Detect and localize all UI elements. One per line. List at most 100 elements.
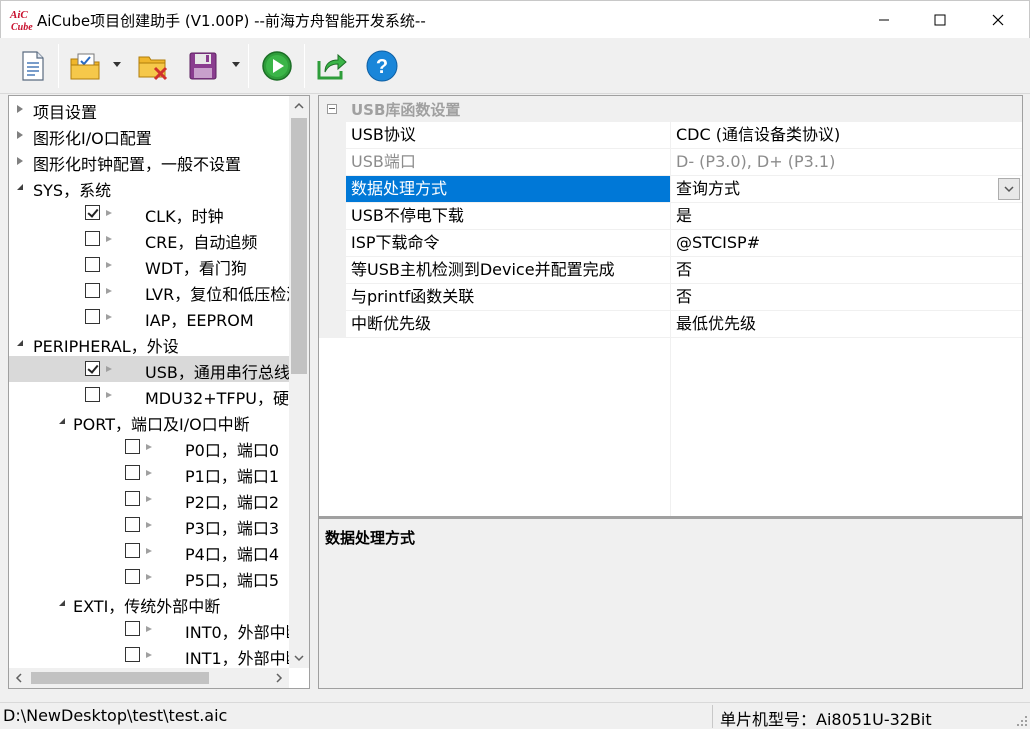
tree-item-checkbox[interactable] <box>125 491 140 506</box>
tree-item[interactable]: SYS，系统 <box>9 174 289 200</box>
tree-horizontal-scrollbar[interactable] <box>9 668 289 688</box>
tree-item-checkbox[interactable] <box>85 231 100 246</box>
property-value[interactable]: 否 <box>671 257 1022 283</box>
tree-item-checkbox[interactable] <box>125 647 140 662</box>
tree-item[interactable]: USB，通用串行总线 <box>9 356 289 382</box>
property-name[interactable]: USB不停电下载 <box>346 203 671 229</box>
property-name[interactable]: USB端口 <box>346 149 671 175</box>
collapse-icon[interactable] <box>327 104 337 114</box>
property-row[interactable]: USB端口 D- (P3.0), D+ (P3.1) <box>346 149 1022 176</box>
property-value[interactable]: 最低优先级 <box>671 311 1022 337</box>
property-row[interactable]: 与printf函数关联否 <box>346 284 1022 311</box>
tree-item[interactable]: WDT，看门狗 <box>9 252 289 278</box>
tree-item[interactable]: 图形化时钟配置，一般不设置 <box>9 148 289 174</box>
property-name[interactable]: USB协议 <box>346 122 671 148</box>
property-value[interactable]: 查询方式 <box>671 176 1022 202</box>
arrow-right-icon <box>106 288 112 294</box>
property-value[interactable]: 是 <box>671 203 1022 229</box>
close-window-button[interactable] <box>975 1 1021 39</box>
tree-item-checkbox[interactable] <box>85 205 100 220</box>
tree-item[interactable]: EXTI，传统外部中断 <box>9 590 289 616</box>
tree-item-checkbox[interactable] <box>125 517 140 532</box>
new-project-button[interactable] <box>14 48 52 84</box>
help-button[interactable]: ? <box>363 48 401 84</box>
property-category[interactable]: USB库函数设置 <box>319 96 1022 122</box>
tree-item[interactable]: IAP，EEPROM <box>9 304 289 330</box>
expanded-triangle-icon[interactable] <box>15 182 25 192</box>
tree-item[interactable]: INT1，外部中断1 <box>9 642 289 668</box>
scroll-right-button[interactable] <box>269 668 289 688</box>
tree-item[interactable]: PERIPHERAL，外设 <box>9 330 289 356</box>
maximize-button[interactable] <box>917 1 963 39</box>
save-project-button[interactable] <box>184 48 222 84</box>
resize-grip-icon[interactable] <box>1016 715 1028 727</box>
collapsed-arrow-icon[interactable] <box>15 104 25 114</box>
arrow-right-icon <box>146 496 152 502</box>
arrow-right-icon <box>106 366 112 372</box>
scroll-left-button[interactable] <box>9 668 29 688</box>
expanded-triangle-icon[interactable] <box>57 598 67 608</box>
scroll-down-button[interactable] <box>289 648 309 668</box>
dropdown-button[interactable] <box>998 178 1020 200</box>
tree-item[interactable]: P4口，端口4 <box>9 538 289 564</box>
tree-item[interactable]: LVR，复位和低压检测 <box>9 278 289 304</box>
tree-vertical-scrollbar[interactable] <box>289 96 309 668</box>
tree-item-checkbox[interactable] <box>85 387 100 402</box>
tree-item[interactable]: MDU32+TFPU，硬件浮点 <box>9 382 289 408</box>
property-name[interactable]: 等USB主机检测到Device并配置完成 <box>346 257 671 283</box>
chevron-down-icon <box>1004 186 1014 193</box>
open-project-button[interactable] <box>66 48 104 84</box>
tree-item[interactable]: P3口，端口3 <box>9 512 289 538</box>
expanded-triangle-icon[interactable] <box>15 338 25 348</box>
property-row[interactable]: 中断优先级 最低优先级 <box>346 311 1022 338</box>
property-row[interactable]: 等USB主机检测到Device并配置完成否 <box>346 257 1022 284</box>
tree-item-label: EXTI，传统外部中断 <box>73 597 221 616</box>
minimize-button[interactable] <box>861 1 907 39</box>
tree-item[interactable]: P5口，端口5 <box>9 564 289 590</box>
tree-item-checkbox[interactable] <box>125 439 140 454</box>
tree-item-checkbox[interactable] <box>125 569 140 584</box>
open-dropdown-arrow[interactable] <box>113 62 121 67</box>
property-name[interactable]: 中断优先级 <box>346 311 671 337</box>
tree-item-checkbox[interactable] <box>85 283 100 298</box>
tree-item[interactable]: CRE，自动追频 <box>9 226 289 252</box>
tree-item[interactable]: 图形化I/O口配置 <box>9 122 289 148</box>
tree-item-checkbox[interactable] <box>85 257 100 272</box>
property-row[interactable]: 数据处理方式 查询方式 <box>346 176 1022 203</box>
collapsed-arrow-icon[interactable] <box>15 130 25 140</box>
arrow-right-icon <box>146 548 152 554</box>
run-button[interactable] <box>258 48 296 84</box>
tree-item-checkbox[interactable] <box>125 543 140 558</box>
expanded-triangle-icon[interactable] <box>57 416 67 426</box>
tree-item[interactable]: P1口，端口1 <box>9 460 289 486</box>
maximize-icon <box>934 14 946 26</box>
scroll-up-button[interactable] <box>289 96 309 116</box>
svg-text:Cube: Cube <box>11 22 33 33</box>
property-value[interactable]: @STCISP# <box>671 230 1022 256</box>
property-name[interactable]: 数据处理方式 <box>346 176 671 202</box>
tree-item[interactable]: 项目设置 <box>9 96 289 122</box>
tree-item[interactable]: P2口，端口2 <box>9 486 289 512</box>
scrollbar-thumb[interactable] <box>31 672 209 684</box>
tree-item[interactable]: CLK，时钟 <box>9 200 289 226</box>
property-name[interactable]: 与printf函数关联 <box>346 284 671 310</box>
property-row[interactable]: USB协议 CDC (通信设备类协议) <box>346 122 1022 149</box>
property-name[interactable]: ISP下载命令 <box>346 230 671 256</box>
save-dropdown-arrow[interactable] <box>232 62 240 67</box>
collapsed-arrow-icon[interactable] <box>15 156 25 166</box>
tree-item[interactable]: PORT，端口及I/O口中断 <box>9 408 289 434</box>
tree-item-checkbox[interactable] <box>85 361 100 376</box>
tree-item-checkbox[interactable] <box>125 465 140 480</box>
scrollbar-thumb[interactable] <box>291 118 307 374</box>
tree-item[interactable]: INT0，外部中断0 <box>9 616 289 642</box>
close-project-button[interactable] <box>134 48 172 84</box>
property-value[interactable]: 否 <box>671 284 1022 310</box>
tree-item-checkbox[interactable] <box>125 621 140 636</box>
property-value[interactable]: CDC (通信设备类协议) <box>671 122 1022 148</box>
export-button[interactable] <box>313 48 351 84</box>
property-row[interactable]: USB不停电下载是 <box>346 203 1022 230</box>
tree-item[interactable]: P0口，端口0 <box>9 434 289 460</box>
property-row[interactable]: ISP下载命令 @STCISP# <box>346 230 1022 257</box>
tree-item-checkbox[interactable] <box>85 309 100 324</box>
tree-item-label: WDT，看门狗 <box>145 259 247 278</box>
